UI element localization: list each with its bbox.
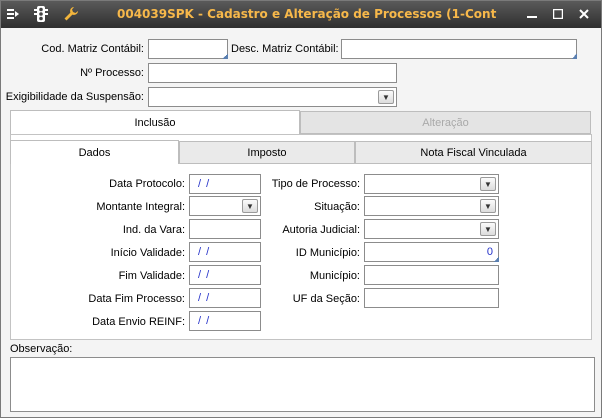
resize-grip-icon	[571, 54, 577, 59]
data-fim-processo-value: / /	[198, 292, 211, 304]
municipio-label: Município:	[309, 270, 360, 282]
window-title: 004039SPK - Cadastro e Alteração de Proc…	[117, 7, 497, 21]
chevron-down-icon[interactable]: ▼	[378, 90, 394, 104]
cod-matriz-input[interactable]	[148, 39, 228, 59]
desc-matriz-input[interactable]	[341, 39, 577, 59]
data-envio-reinf-label: Data Envio REINF:	[92, 316, 185, 328]
situacao-label: Situação:	[314, 201, 360, 213]
fim-validade-value: / /	[198, 269, 211, 281]
close-button[interactable]	[575, 6, 593, 22]
ind-vara-label: Ind. da Vara:	[122, 224, 185, 236]
exigibilidade-label: Exigibilidade da Suspensão:	[5, 91, 144, 103]
desc-matriz-label: Desc. Matriz Contábil:	[231, 43, 339, 55]
ind-vara-input[interactable]	[189, 219, 261, 239]
inicio-validade-input[interactable]: / /	[189, 242, 261, 262]
menu-arrow-icon[interactable]	[3, 4, 23, 24]
uf-secao-label: UF da Seção:	[292, 293, 360, 305]
tipo-processo-select[interactable]: ▼	[364, 174, 499, 194]
id-municipio-label: ID Município:	[295, 247, 360, 259]
montante-integral-label: Montante Integral:	[96, 201, 185, 213]
tab-inclusao[interactable]: Inclusão	[10, 110, 300, 134]
id-municipio-input[interactable]: 0	[364, 242, 499, 262]
processo-label: Nº Processo:	[80, 67, 144, 79]
data-fim-processo-label: Data Fim Processo:	[88, 293, 185, 305]
data-fim-processo-input[interactable]: / /	[189, 288, 261, 308]
chevron-down-icon[interactable]: ▼	[480, 199, 496, 213]
resize-grip-icon	[493, 257, 499, 262]
resize-grip-icon	[222, 54, 228, 59]
wrench-icon[interactable]	[61, 4, 81, 24]
inicio-validade-value: / /	[198, 246, 211, 258]
title-bar: 004039SPK - Cadastro e Alteração de Proc…	[1, 1, 601, 28]
processo-input[interactable]	[148, 63, 397, 83]
cod-matriz-label: Cod. Matriz Contábil:	[41, 43, 144, 55]
data-envio-reinf-value: / /	[198, 315, 211, 327]
tab-imposto[interactable]: Imposto	[179, 141, 355, 164]
autoria-judicial-select[interactable]: ▼	[364, 219, 499, 239]
observacao-textarea[interactable]	[10, 357, 595, 412]
inicio-validade-label: Início Validade:	[110, 247, 185, 259]
fim-validade-input[interactable]: / /	[189, 265, 261, 285]
tab-nota-fiscal[interactable]: Nota Fiscal Vinculada	[355, 141, 592, 164]
montante-integral-select[interactable]: ▼	[189, 196, 261, 216]
data-protocolo-input[interactable]: / /	[189, 174, 261, 194]
maximize-button[interactable]	[549, 6, 567, 22]
situacao-select[interactable]: ▼	[364, 196, 499, 216]
chevron-down-icon[interactable]: ▼	[480, 177, 496, 191]
data-protocolo-label: Data Protocolo:	[109, 178, 185, 190]
tab-dados[interactable]: Dados	[10, 140, 179, 164]
minimize-button[interactable]	[523, 6, 541, 22]
autoria-judicial-label: Autoria Judicial:	[282, 224, 360, 236]
data-envio-reinf-input[interactable]: / /	[189, 311, 261, 331]
inclusao-panel	[10, 134, 592, 340]
traffic-light-icon[interactable]	[31, 4, 51, 24]
tipo-processo-label: Tipo de Processo:	[271, 178, 360, 190]
chevron-down-icon[interactable]: ▼	[242, 199, 258, 213]
process-window: 004039SPK - Cadastro e Alteração de Proc…	[0, 0, 602, 418]
data-protocolo-value: / /	[198, 178, 211, 190]
observacao-label: Observação:	[10, 343, 73, 355]
uf-secao-input[interactable]	[364, 288, 499, 308]
municipio-input[interactable]	[364, 265, 499, 285]
chevron-down-icon[interactable]: ▼	[480, 222, 496, 236]
tab-alteracao[interactable]: Alteração	[300, 111, 591, 134]
exigibilidade-select[interactable]: ▼	[148, 87, 397, 107]
fim-validade-label: Fim Validade:	[118, 270, 185, 282]
